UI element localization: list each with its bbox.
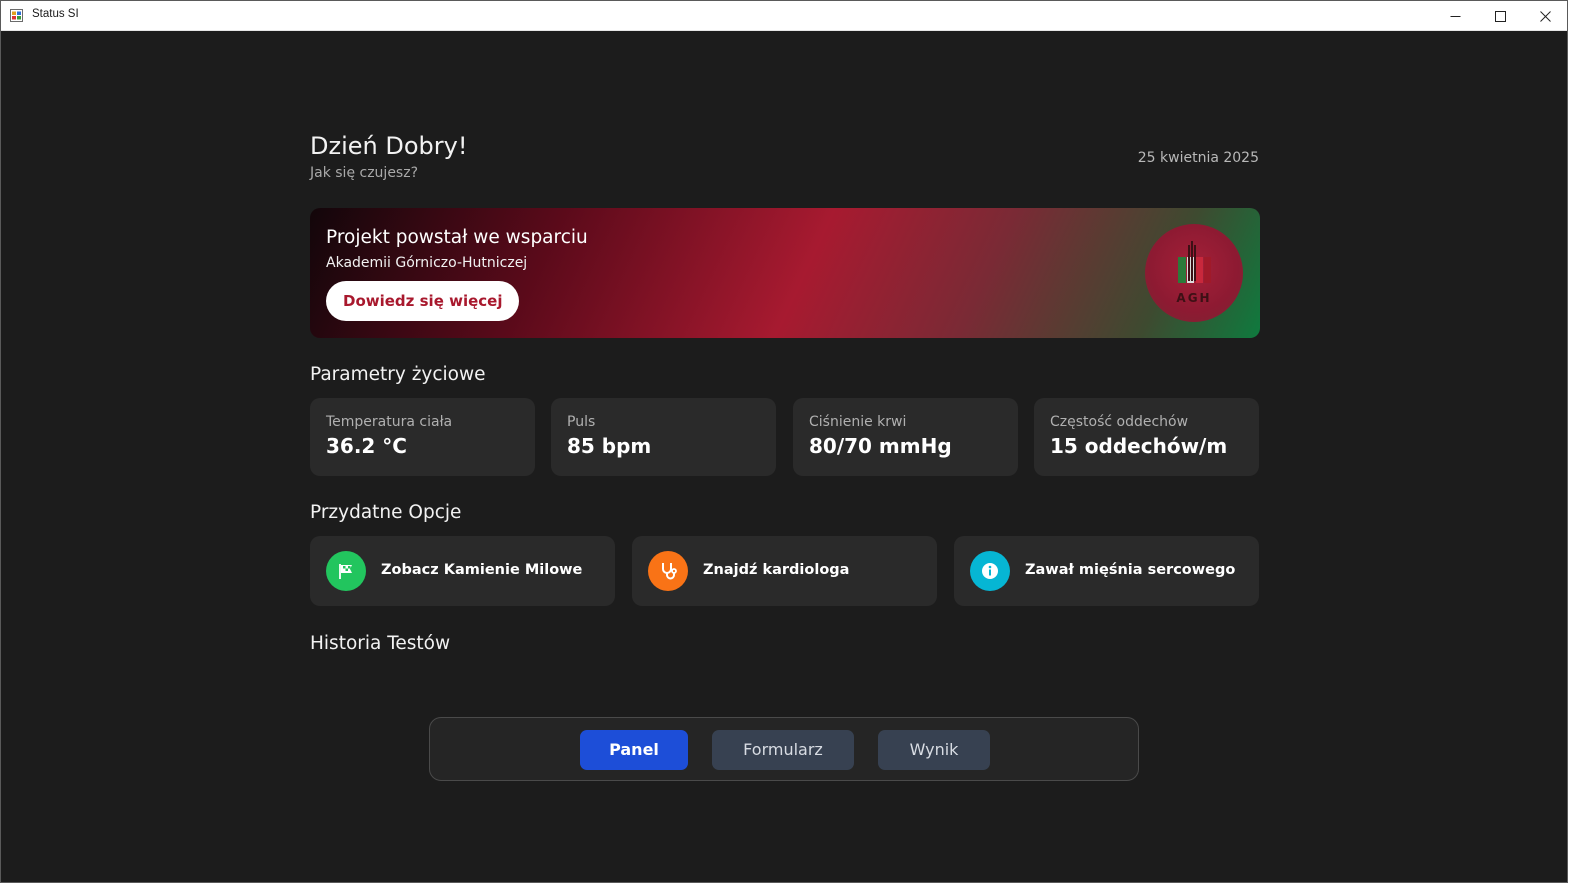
vital-value: 36.2 °C bbox=[326, 434, 407, 458]
greeting-heading: Dzień Dobry! bbox=[310, 132, 468, 160]
close-icon bbox=[1539, 10, 1551, 22]
vital-card-pulse: Puls 85 bpm bbox=[551, 398, 776, 476]
agh-logo-emblem bbox=[1178, 241, 1211, 283]
vitals-section-title: Parametry życiowe bbox=[310, 364, 486, 385]
vital-card-respiration: Częstość oddechów 15 oddechów/m bbox=[1034, 398, 1259, 476]
option-find-cardiologist[interactable]: Znajdź kardiologa bbox=[632, 536, 937, 606]
option-label: Zawał mięśnia sercowego bbox=[1025, 562, 1236, 578]
vital-label: Puls bbox=[567, 414, 596, 430]
vital-label: Temperatura ciała bbox=[326, 414, 453, 430]
option-label: Zobacz Kamienie Milowe bbox=[381, 562, 583, 578]
vital-value: 85 bpm bbox=[567, 434, 652, 458]
vital-value: 15 oddechów/m bbox=[1050, 434, 1228, 458]
minimize-icon bbox=[1450, 15, 1460, 17]
minimize-button[interactable] bbox=[1432, 1, 1478, 31]
agh-logo: AGH bbox=[1145, 224, 1243, 322]
tab-panel[interactable]: Panel bbox=[580, 730, 688, 770]
support-banner: Projekt powstał we wsparciu Akademii Gór… bbox=[310, 208, 1260, 338]
info-icon bbox=[970, 551, 1010, 591]
current-date: 25 kwietnia 2025 bbox=[1137, 150, 1259, 166]
title-bar: Status SI bbox=[1, 1, 1567, 31]
option-milestones[interactable]: Zobacz Kamienie Milowe bbox=[310, 536, 615, 606]
agh-logo-text: AGH bbox=[1176, 291, 1212, 305]
main-content: Dzień Dobry! Jak się czujesz? 25 kwietni… bbox=[1, 31, 1567, 882]
banner-title: Projekt powstał we wsparciu bbox=[326, 227, 588, 248]
app-icon bbox=[10, 9, 23, 22]
tab-wynik[interactable]: Wynik bbox=[878, 730, 990, 770]
greeting-subtitle: Jak się czujesz? bbox=[310, 165, 419, 181]
history-section-title: Historia Testów bbox=[310, 633, 451, 654]
vital-card-temperature: Temperatura ciała 36.2 °C bbox=[310, 398, 535, 476]
banner-subtitle: Akademii Górniczo-Hutniczej bbox=[326, 255, 528, 271]
bottom-navigation: Panel Formularz Wynik bbox=[429, 717, 1139, 781]
vital-label: Częstość oddechów bbox=[1050, 414, 1189, 430]
close-button[interactable] bbox=[1522, 1, 1567, 31]
learn-more-button[interactable]: Dowiedz się więcej bbox=[326, 281, 520, 321]
flag-icon bbox=[326, 551, 366, 591]
maximize-icon bbox=[1494, 10, 1506, 22]
vital-label: Ciśnienie krwi bbox=[809, 414, 907, 430]
vital-card-blood-pressure: Ciśnienie krwi 80/70 mmHg bbox=[793, 398, 1018, 476]
window-title: Status SI bbox=[32, 8, 79, 20]
option-label: Znajdź kardiologa bbox=[703, 562, 850, 578]
maximize-button[interactable] bbox=[1477, 1, 1523, 31]
app-window: Status SI Dzień Dobry! Jak się czujesz? … bbox=[0, 0, 1568, 883]
stethoscope-icon bbox=[648, 551, 688, 591]
vital-value: 80/70 mmHg bbox=[809, 434, 952, 458]
options-section-title: Przydatne Opcje bbox=[310, 502, 462, 523]
option-heart-attack-info[interactable]: Zawał mięśnia sercowego bbox=[954, 536, 1259, 606]
tab-formularz[interactable]: Formularz bbox=[712, 730, 854, 770]
